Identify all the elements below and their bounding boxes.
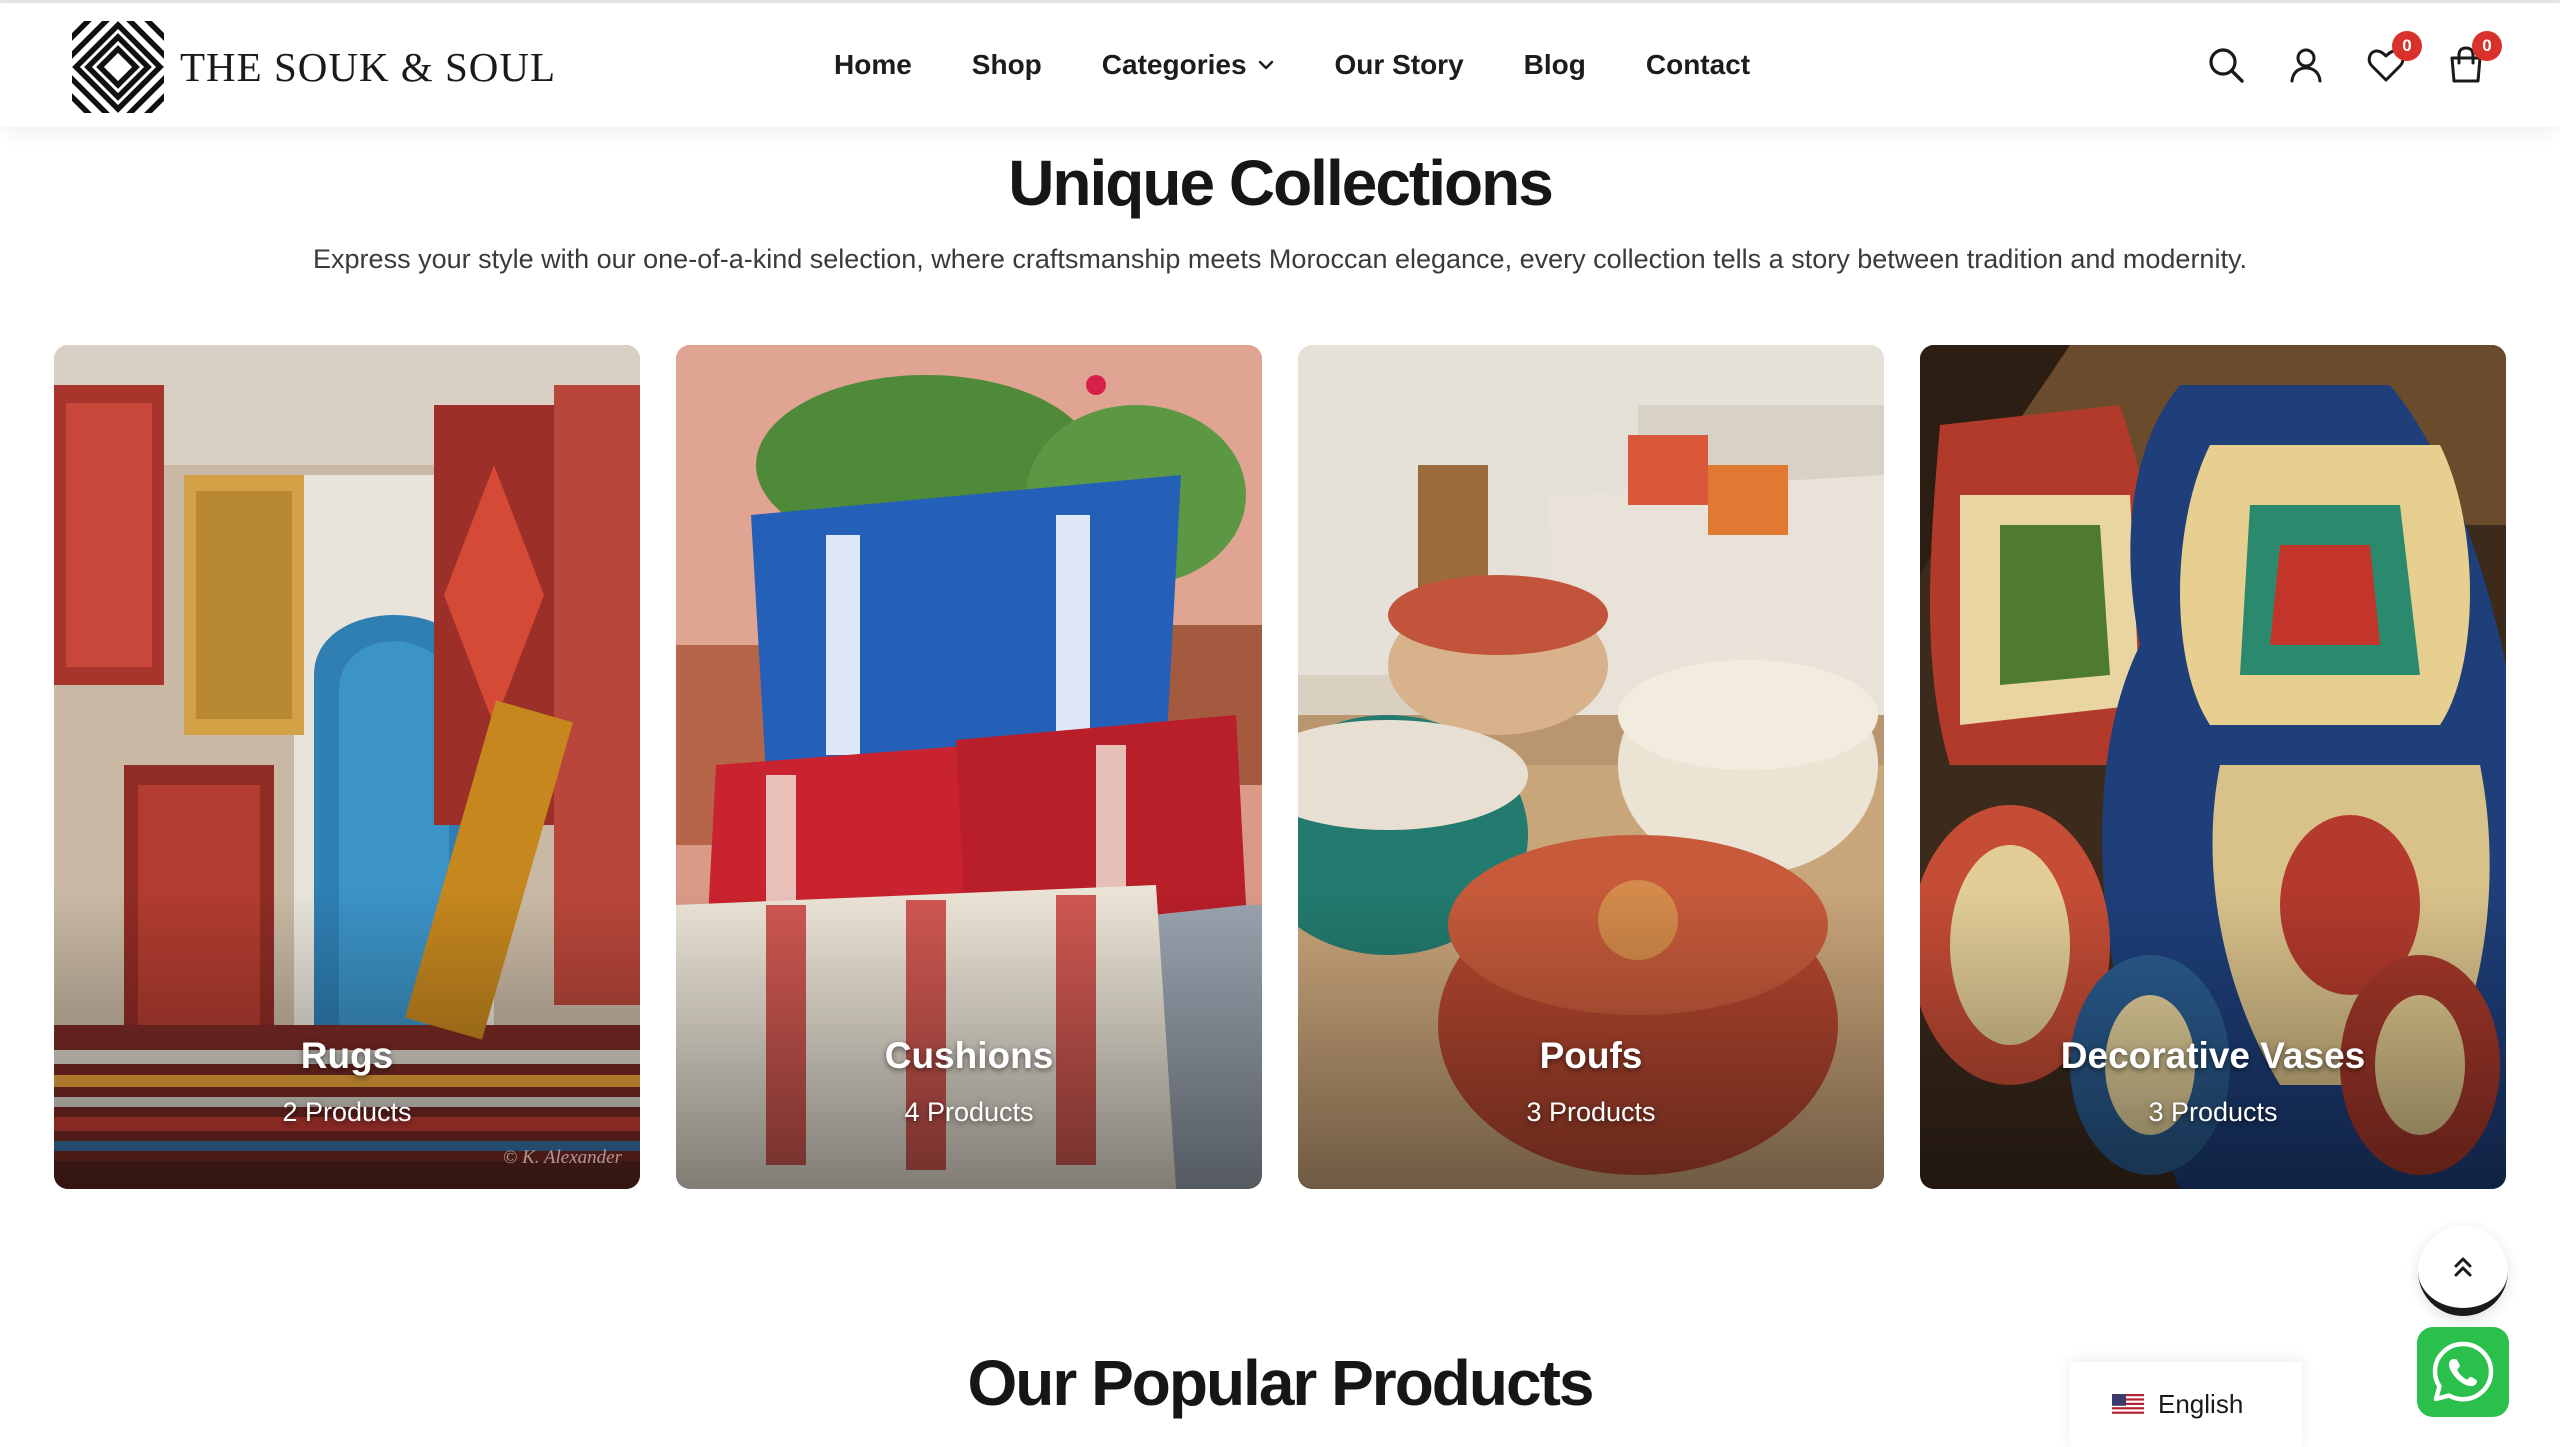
nav-contact[interactable]: Contact [1646, 49, 1750, 81]
collection-title: Decorative Vases [2060, 1035, 2366, 1076]
collection-card-decorative-vases[interactable]: Decorative Vases 3 Products [1920, 345, 2506, 1189]
nav-shop[interactable]: Shop [972, 49, 1042, 81]
nav-home[interactable]: Home [834, 49, 912, 81]
chevron-down-icon [1258, 60, 1273, 70]
nav-contact-label: Contact [1645, 49, 1751, 80]
nav-blog-label: Blog [1523, 49, 1586, 80]
account-button[interactable] [2284, 43, 2328, 87]
collection-card-rugs[interactable]: Rugs 2 Products © K. Alexander [54, 345, 640, 1189]
collections-subtitle: Express your style with our one-of-a-kin… [313, 244, 2247, 274]
user-icon [2290, 48, 2322, 83]
collection-card-cushions[interactable]: Cushions 4 Products [676, 345, 1262, 1189]
language-switcher[interactable]: English [2070, 1362, 2302, 1447]
search-button[interactable] [2204, 43, 2248, 87]
nav-blog[interactable]: Blog [1524, 49, 1586, 81]
collection-title: Cushions [884, 1035, 1054, 1076]
main-nav: Home Shop Categories Our Story Blog Cont… [834, 3, 1750, 127]
collections-grid: Rugs 2 Products © K. Alexander Cushions … [54, 345, 2506, 1189]
wishlist-button[interactable]: 0 [2364, 31, 2422, 87]
double-chevron-up-icon [2454, 1257, 2472, 1277]
search-icon [2209, 48, 2244, 83]
cart-count-badge: 0 [2472, 31, 2502, 61]
language-label: English [2158, 1389, 2244, 1419]
collection-count: 4 Products [904, 1097, 1034, 1127]
header-actions: 0 0 [2204, 3, 2502, 127]
brand-name: THE SOUK & SOUL [180, 44, 557, 90]
nav-categories-label: Categories [1101, 49, 1247, 80]
collections-title: Unique Collections [1008, 147, 1554, 219]
nav-categories[interactable]: Categories [1102, 49, 1275, 81]
nav-our-story[interactable]: Our Story [1335, 49, 1464, 81]
scroll-to-top-button[interactable] [2418, 1226, 2508, 1316]
cart-button[interactable]: 0 [2444, 31, 2502, 87]
brand-mark-icon [72, 21, 164, 113]
photo-credit: © K. Alexander [502, 1147, 622, 1168]
site-header: THE SOUK & SOUL Home Shop Categories Our… [0, 3, 2560, 127]
nav-shop-label: Shop [971, 49, 1042, 80]
collection-title: Rugs [300, 1035, 394, 1076]
whatsapp-chat-button[interactable] [2417, 1327, 2509, 1417]
collection-card-poufs[interactable]: Poufs 3 Products [1298, 345, 1884, 1189]
collection-count: 3 Products [2148, 1097, 2278, 1127]
nav-home-label: Home [834, 49, 912, 80]
collection-count: 2 Products [282, 1097, 412, 1127]
collection-title: Poufs [1539, 1035, 1643, 1076]
whatsapp-icon [2432, 1341, 2494, 1402]
site-logo[interactable]: THE SOUK & SOUL [72, 21, 556, 113]
nav-our-story-label: Our Story [1334, 49, 1464, 80]
us-flag-icon [2112, 1393, 2144, 1416]
wishlist-count-badge: 0 [2392, 31, 2422, 61]
collection-count: 3 Products [1526, 1097, 1656, 1127]
